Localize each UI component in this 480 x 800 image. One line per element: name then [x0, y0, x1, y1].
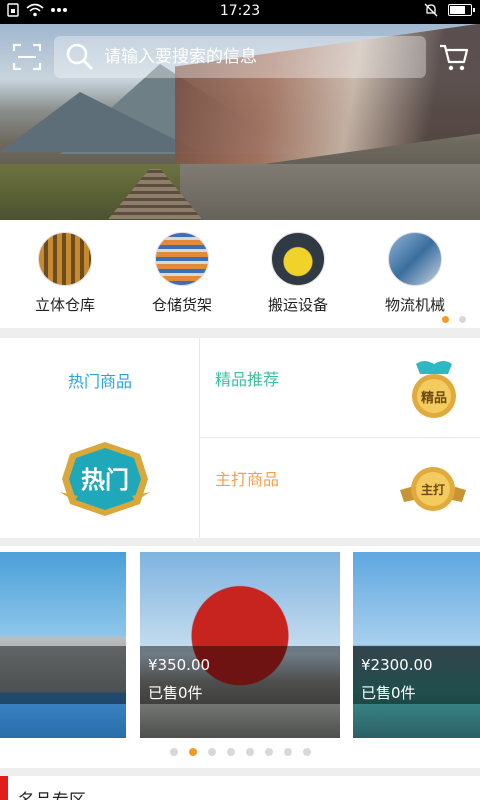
pager-dot[interactable]: [169, 748, 178, 756]
featured-products-title: 精品推荐: [215, 370, 280, 389]
main-badge-icon: 主打: [400, 467, 466, 511]
product-image: [0, 552, 126, 738]
status-bar: 17:23: [0, 0, 480, 24]
product-image: [140, 552, 340, 738]
search-input[interactable]: [104, 47, 404, 67]
product-card[interactable]: ¥2300.00 已售0件: [353, 552, 480, 738]
promo-block: 热门商品 热门 精品推荐 精品 主打商品 主打: [0, 338, 480, 538]
product-card[interactable]: [0, 552, 126, 738]
main-badge-text: 主打: [421, 482, 445, 497]
hot-products-title: 热门商品: [67, 372, 132, 391]
main-products-title: 主打商品: [215, 470, 280, 489]
pager-dot[interactable]: [207, 748, 216, 756]
section-title: 名品专区: [18, 786, 86, 800]
product-carousel: ¥350.00 已售0件 ¥2300.00 已售0件: [0, 546, 480, 768]
pager-dot[interactable]: [302, 748, 311, 756]
product-sold: 已售0件: [148, 684, 203, 702]
category-pager: [442, 316, 466, 323]
featured-badge-icon: 精品: [412, 361, 456, 418]
cart-icon[interactable]: [438, 42, 470, 72]
pager-dot[interactable]: [283, 748, 292, 756]
category-row: 立体仓库 仓储货架 搬运设备 物流机械: [0, 220, 480, 328]
category-label: 搬运设备: [267, 296, 328, 314]
hot-badge-text: 热门: [81, 466, 129, 494]
search-icon: [66, 43, 93, 70]
search-bar[interactable]: [54, 36, 426, 78]
category-label: 立体仓库: [34, 296, 95, 314]
product-image: [353, 552, 480, 738]
mute-bell-icon: [424, 3, 438, 17]
pager-dot-active[interactable]: [442, 316, 449, 323]
pager-dot[interactable]: [264, 748, 273, 756]
pager-dot[interactable]: [226, 748, 235, 756]
pager-dot-active[interactable]: [188, 748, 197, 756]
status-right-icons: [424, 3, 475, 17]
pager-dot[interactable]: [245, 748, 254, 756]
scan-icon[interactable]: [12, 42, 42, 72]
featured-badge-text: 精品: [421, 390, 447, 406]
clock: 17:23: [219, 3, 261, 19]
category-item-warehouse[interactable]: 立体仓库: [20, 232, 110, 315]
product-price: ¥2300.00: [361, 656, 433, 674]
battery-icon: [448, 4, 475, 16]
category-thumb: [388, 232, 442, 286]
section-accent-bar: [0, 776, 8, 800]
carousel-pager: [0, 748, 480, 756]
category-thumb: [155, 232, 209, 286]
hot-products-tile[interactable]: 热门商品 热门: [0, 338, 200, 538]
product-price: ¥350.00: [148, 656, 211, 674]
category-item-handling[interactable]: 搬运设备: [253, 232, 343, 315]
main-products-tile[interactable]: 主打商品 主打: [200, 438, 480, 538]
category-label: 物流机械: [384, 296, 445, 314]
category-label: 仓储货架: [151, 296, 212, 314]
featured-products-tile[interactable]: 精品推荐 精品: [200, 338, 480, 438]
product-sold: 已售0件: [361, 684, 416, 702]
category-item-machinery[interactable]: 物流机械: [370, 232, 460, 315]
hot-badge-icon: 热门: [60, 442, 150, 516]
category-item-shelving[interactable]: 仓储货架: [137, 232, 227, 315]
pager-dot[interactable]: [459, 316, 466, 323]
brand-zone-section: 名品专区: [0, 776, 480, 800]
category-thumb: [38, 232, 92, 286]
product-card[interactable]: ¥350.00 已售0件: [140, 552, 340, 738]
category-thumb: [271, 232, 325, 286]
